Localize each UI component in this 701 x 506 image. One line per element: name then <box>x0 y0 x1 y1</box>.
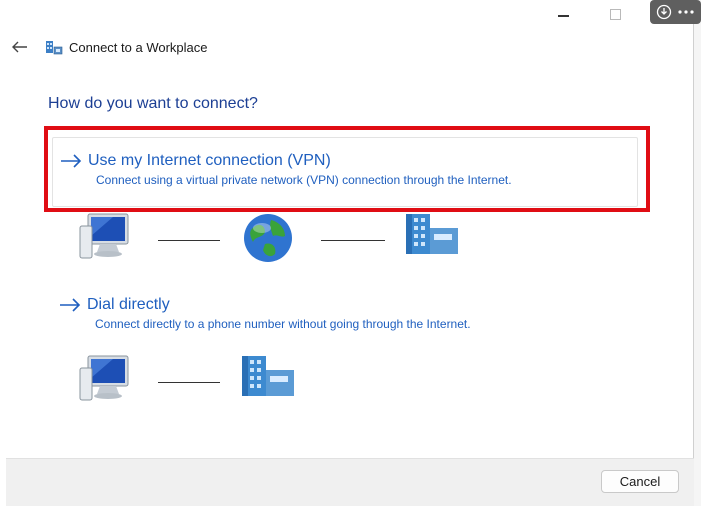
back-arrow-icon <box>12 41 27 53</box>
office-building-icon <box>242 356 294 396</box>
overlay-toolbar <box>650 0 701 24</box>
connection-line <box>158 382 220 383</box>
workplace-network-icon <box>46 41 63 55</box>
page-heading: How do you want to connect? <box>48 95 258 112</box>
window-title: Connect to a Workplace <box>69 40 208 55</box>
footer-bar <box>6 458 694 506</box>
option-dial-title: Dial directly <box>87 296 170 313</box>
right-arrow-icon <box>60 298 81 312</box>
more-icon[interactable] <box>677 9 695 15</box>
highlight-box <box>44 126 650 212</box>
option-dial-description: Connect directly to a phone number witho… <box>95 317 471 331</box>
globe-icon <box>244 214 292 262</box>
maximize-button[interactable] <box>600 4 630 24</box>
connection-line <box>158 240 220 241</box>
minimize-icon <box>557 15 569 17</box>
window-shadow <box>694 0 701 506</box>
connection-line <box>321 240 385 241</box>
office-building-icon <box>406 214 458 254</box>
option-dial[interactable]: Dial directly Connect directly to a phon… <box>52 294 638 338</box>
download-icon[interactable] <box>656 4 672 20</box>
back-button[interactable] <box>10 37 30 57</box>
minimize-button[interactable] <box>548 4 578 24</box>
maximize-icon <box>609 8 621 20</box>
connect-workplace-window: Connect to a Workplace How do you want t… <box>0 0 694 506</box>
cancel-button[interactable]: Cancel <box>601 470 679 493</box>
computer-icon <box>79 355 129 401</box>
computer-icon <box>79 213 129 259</box>
